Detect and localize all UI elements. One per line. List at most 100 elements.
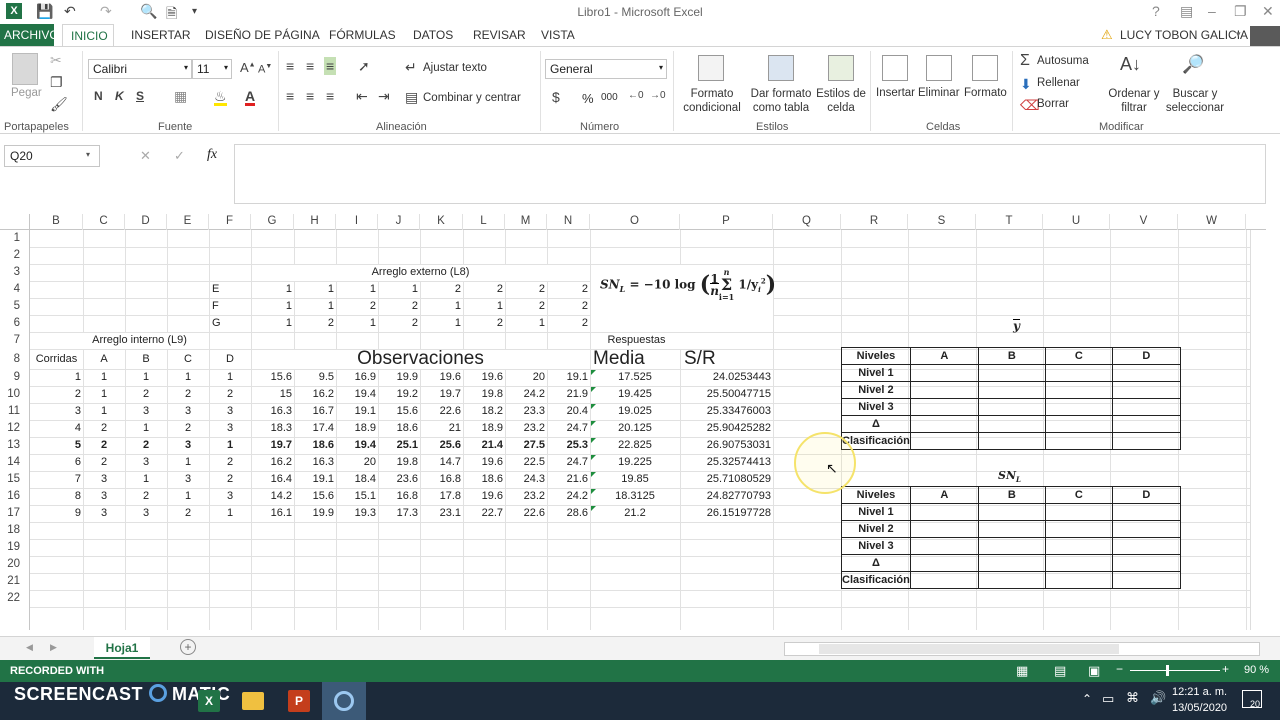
factor-level[interactable]: 2	[167, 505, 209, 522]
row-header-12[interactable]: 12	[0, 420, 24, 437]
summary-header-cell[interactable]: D	[1111, 347, 1181, 365]
observation-value[interactable]: 25.1	[378, 437, 420, 454]
summary-value-cell[interactable]	[1111, 364, 1181, 382]
factor-level[interactable]: 1	[167, 488, 209, 505]
observation-value[interactable]: 19.6	[463, 454, 505, 471]
column-header-q[interactable]: Q	[773, 214, 841, 230]
factor-level[interactable]: 1	[83, 369, 125, 386]
observation-value[interactable]: 15.6	[378, 403, 420, 420]
summary-value-cell[interactable]	[1111, 381, 1181, 399]
wrap-text-button[interactable]: Ajustar texto	[423, 62, 487, 74]
align-middle-icon[interactable]: ≡	[306, 59, 314, 73]
row-header-21[interactable]: 21	[0, 573, 24, 590]
format-cells-button[interactable]: Formato	[964, 87, 1007, 99]
cut-icon[interactable]: ✂	[50, 53, 62, 67]
column-header-m[interactable]: M	[505, 214, 547, 230]
cancel-formula-icon[interactable]: ✕	[140, 148, 151, 164]
row-header-11[interactable]: 11	[0, 403, 24, 420]
observation-value[interactable]: 21.9	[547, 386, 590, 403]
sort-filter-button[interactable]: Ordenar y filtrar	[1106, 87, 1162, 115]
summary-value-cell[interactable]	[977, 364, 1046, 382]
outer-array-value[interactable]: 1	[505, 315, 547, 332]
sr-value[interactable]: 26.15197728	[680, 505, 773, 522]
observation-value[interactable]: 25.3	[547, 437, 590, 454]
decrease-decimal-icon[interactable]: →0	[650, 91, 666, 101]
summary-row-label[interactable]: Nivel 2	[841, 520, 911, 538]
outer-array-value[interactable]: 2	[336, 298, 378, 315]
column-header-e[interactable]: E	[167, 214, 209, 230]
italic-button[interactable]: K	[115, 90, 124, 102]
factor-level[interactable]: 1	[83, 403, 125, 420]
tab-datos[interactable]: DATOS	[413, 28, 453, 42]
align-top-icon[interactable]: ≡	[286, 59, 294, 73]
column-header-l[interactable]: L	[463, 214, 505, 230]
orientation-icon[interactable]: ➚	[358, 59, 370, 73]
horizontal-scrollbar[interactable]	[784, 642, 1260, 656]
outer-factor-label[interactable]: G	[209, 315, 251, 332]
merge-center-icon[interactable]: ▤	[405, 90, 418, 104]
factor-level[interactable]: 3	[209, 403, 251, 420]
outer-array-value[interactable]: 2	[547, 298, 590, 315]
cell-styles-button[interactable]: Estilos de celda	[816, 87, 866, 115]
observation-value[interactable]: 23.2	[505, 420, 547, 437]
confirm-formula-icon[interactable]: ✓	[174, 148, 185, 164]
row-header-10[interactable]: 10	[0, 386, 24, 403]
factor-level[interactable]: 3	[125, 505, 167, 522]
currency-icon[interactable]: $	[552, 90, 560, 104]
summary-value-cell[interactable]	[909, 432, 979, 450]
autosum-icon[interactable]: Σ	[1020, 53, 1030, 69]
summary-header-cell[interactable]: D	[1111, 486, 1181, 504]
restore-icon[interactable]: ❐	[1234, 3, 1247, 20]
fill-color-icon[interactable]: ♨	[214, 89, 227, 106]
observation-value[interactable]: 18.4	[336, 471, 378, 488]
observation-value[interactable]: 19.9	[378, 369, 420, 386]
vertical-scrollbar[interactable]	[1250, 230, 1266, 630]
column-header-u[interactable]: U	[1043, 214, 1110, 230]
fill-icon[interactable]: ⬇	[1020, 77, 1032, 91]
sr-value[interactable]: 25.32574413	[680, 454, 773, 471]
summary-row-label[interactable]: Nivel 2	[841, 381, 911, 399]
tab-archivo[interactable]: ARCHIVO	[0, 24, 59, 46]
factor-level[interactable]: 2	[167, 420, 209, 437]
observation-value[interactable]: 16.8	[378, 488, 420, 505]
row-header-9[interactable]: 9	[0, 369, 24, 386]
factor-level[interactable]: 3	[167, 403, 209, 420]
sheet-tab-hoja1[interactable]: Hoja1	[94, 637, 150, 659]
column-header-w[interactable]: W	[1178, 214, 1246, 230]
observation-value[interactable]: 19.2	[378, 386, 420, 403]
responses-title[interactable]: Respuestas	[590, 332, 773, 349]
header-b[interactable]: B	[125, 351, 167, 371]
next-sheet-icon[interactable]: ▶	[50, 642, 57, 653]
column-header-o[interactable]: O	[590, 214, 680, 230]
run-number[interactable]: 5	[30, 437, 83, 454]
outer-array-value[interactable]: 1	[251, 298, 294, 315]
summary-value-cell[interactable]	[1044, 398, 1113, 416]
factor-level[interactable]: 2	[83, 437, 125, 454]
observation-value[interactable]: 16.1	[251, 505, 294, 522]
row-header-2[interactable]: 2	[0, 247, 24, 264]
observation-value[interactable]: 14.7	[420, 454, 463, 471]
prev-sheet-icon[interactable]: ◀	[26, 642, 33, 653]
run-number[interactable]: 1	[30, 369, 83, 386]
observation-value[interactable]: 17.4	[294, 420, 336, 437]
increase-decimal-icon[interactable]: ←0	[628, 91, 644, 101]
summary-value-cell[interactable]	[1044, 571, 1113, 589]
row-header-8[interactable]: 8	[0, 349, 24, 369]
summary-value-cell[interactable]	[1044, 520, 1113, 538]
fill-button[interactable]: Rellenar	[1037, 77, 1080, 89]
observation-value[interactable]: 19.7	[251, 437, 294, 454]
column-header-v[interactable]: V	[1110, 214, 1178, 230]
normal-view-icon[interactable]: ▦	[1016, 663, 1028, 679]
outer-array-value[interactable]: 1	[336, 281, 378, 298]
observation-value[interactable]: 20	[336, 454, 378, 471]
outer-array-value[interactable]: 2	[505, 298, 547, 315]
mean-value[interactable]: 18.3125	[590, 488, 680, 505]
delete-cells-icon[interactable]	[926, 55, 952, 81]
clear-button[interactable]: Borrar	[1037, 98, 1069, 110]
summary-value-cell[interactable]	[1111, 432, 1181, 450]
observation-value[interactable]: 23.1	[420, 505, 463, 522]
row-header-7[interactable]: 7	[0, 332, 24, 349]
summary-value-cell[interactable]	[977, 503, 1046, 521]
outer-array-value[interactable]: 1	[420, 298, 463, 315]
align-left-icon[interactable]: ≡	[286, 89, 294, 103]
